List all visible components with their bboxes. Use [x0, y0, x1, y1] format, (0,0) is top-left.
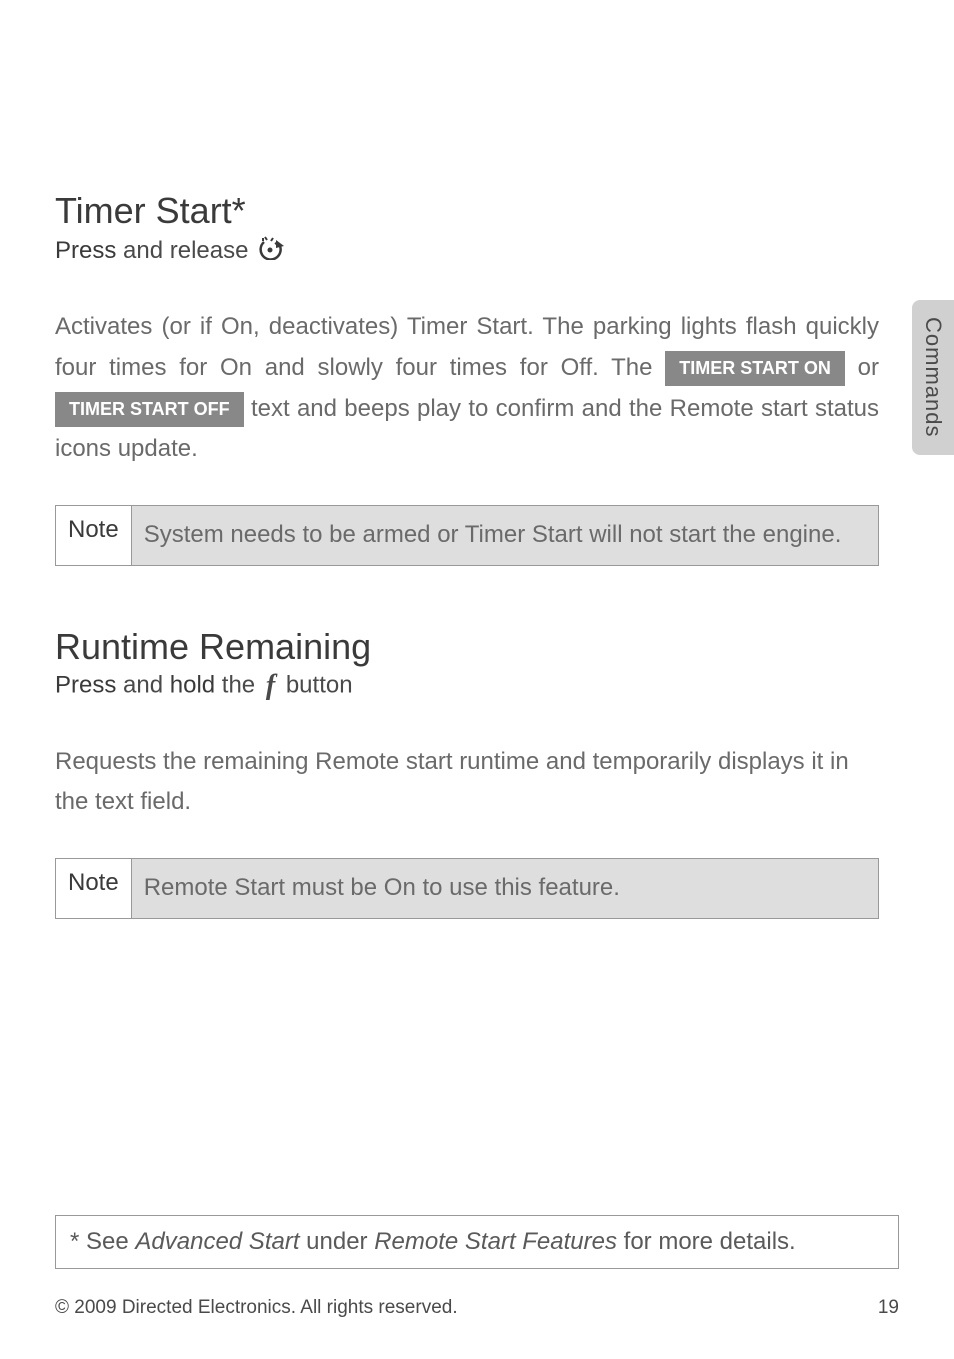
remote-start-icon	[256, 234, 286, 267]
text1: and	[116, 671, 169, 698]
note-label: Note	[56, 859, 132, 917]
footnote-box: * See Advanced Start under Remote Start …	[55, 1215, 899, 1269]
note-label: Note	[56, 506, 132, 564]
body-middle: or	[858, 354, 879, 381]
note-content: System needs to be armed or Timer Start …	[132, 506, 878, 564]
section-timer-start: Timer Start* Press and release Activates…	[55, 190, 879, 566]
text2: the	[215, 671, 262, 698]
heading-timer-start: Timer Start*	[55, 190, 879, 232]
heading-runtime: Runtime Remaining	[55, 626, 879, 668]
note-box-runtime: Note Remote Start must be On to use this…	[55, 858, 879, 918]
side-tab-text: Commands	[920, 317, 946, 437]
f-button-icon: f	[266, 670, 275, 702]
side-tab: Commands	[912, 300, 954, 455]
hold-label: hold	[170, 671, 215, 698]
label-timer-start-on: TIMER START ON	[665, 351, 845, 386]
footnote-em1: Advanced Start	[135, 1228, 299, 1255]
page-footer: © 2009 Directed Electronics. All rights …	[55, 1297, 899, 1319]
note-box-timer-start: Note System needs to be armed or Timer S…	[55, 505, 879, 565]
section-runtime-remaining: Runtime Remaining Press and hold the f b…	[55, 626, 879, 919]
footnote-mid: under	[300, 1228, 375, 1255]
footer-copyright: © 2009 Directed Electronics. All rights …	[55, 1297, 458, 1319]
footer-page-number: 19	[878, 1297, 899, 1319]
page-content: Timer Start* Press and release Activates…	[0, 0, 954, 919]
footnote-suffix: for more details.	[617, 1228, 796, 1255]
press-label: Press	[55, 237, 116, 264]
text3: button	[279, 671, 352, 698]
subheading-text: and release	[116, 237, 248, 264]
note-content: Remote Start must be On to use this feat…	[132, 859, 878, 917]
subheading-timer-start: Press and release	[55, 234, 879, 267]
body-timer-start: Activates (or if On, deactivates) Timer …	[55, 307, 879, 470]
body-runtime: Requests the remaining Remote start runt…	[55, 742, 879, 824]
label-timer-start-off: TIMER START OFF	[55, 392, 244, 427]
footnote-em2: Remote Start Features	[374, 1228, 617, 1255]
footnote-prefix: * See	[70, 1228, 135, 1255]
press-label: Press	[55, 671, 116, 698]
subheading-runtime: Press and hold the f button	[55, 670, 879, 702]
